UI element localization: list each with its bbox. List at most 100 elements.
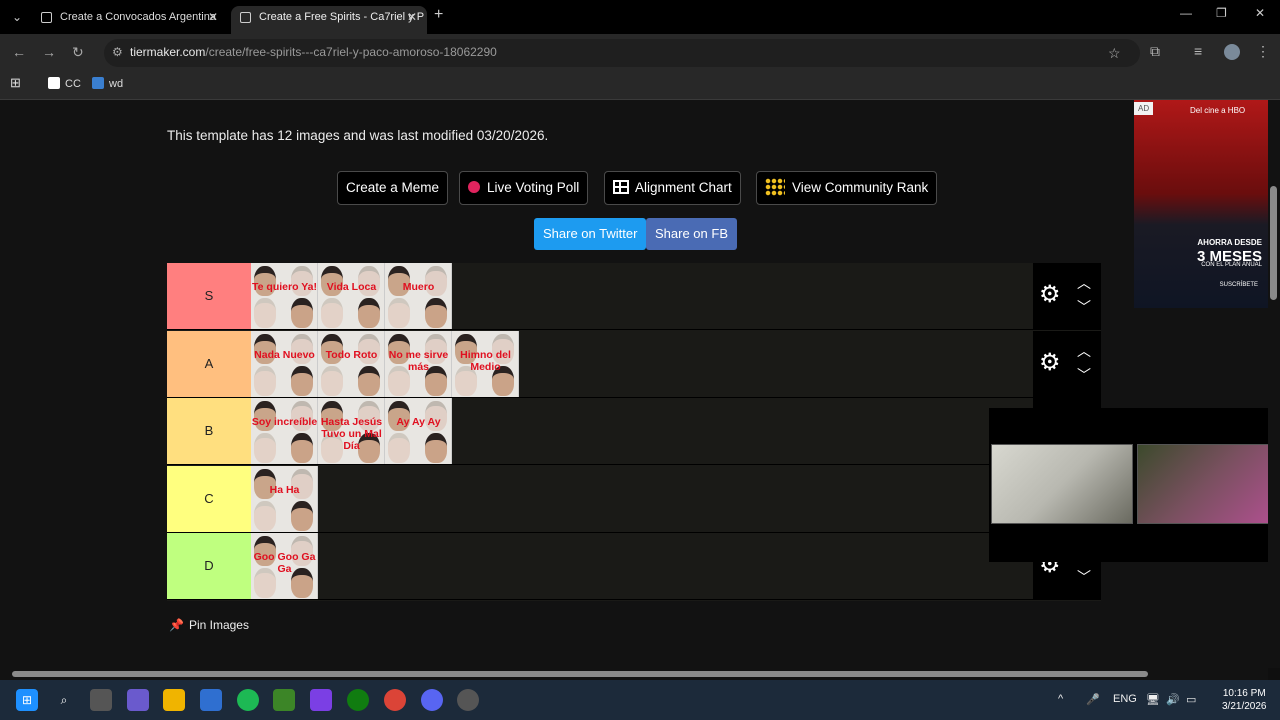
tab-free-spirits[interactable]: Create a Free Spirits - Ca7riel y P ✕ xyxy=(231,6,427,34)
tier-image-card[interactable]: No me sirve más xyxy=(385,330,452,397)
tier-row-c[interactable]: CHa Ha⚙︿﹀ xyxy=(167,465,1101,533)
move-tier-up-icon[interactable]: ︿ xyxy=(1077,341,1091,361)
move-tier-down-icon[interactable]: ﹀ xyxy=(1077,567,1091,587)
share-twitter-button[interactable]: Share on Twitter xyxy=(534,218,647,250)
steam-icon[interactable] xyxy=(457,689,479,711)
tier-image-card[interactable]: Vida Loca xyxy=(318,263,385,329)
tier-items: Ha Ha xyxy=(251,465,318,532)
community-rank-button[interactable]: View Community Rank xyxy=(756,171,938,205)
face-thumbnail xyxy=(358,298,380,328)
page-content: This template has 12 images and was last… xyxy=(0,100,1268,668)
tier-row-s[interactable]: S Te quiero Ya! Vida Loca Muero ⚙ ︿ ﹀ xyxy=(167,263,1101,330)
advertisement[interactable]: AD Del cine a HBO AHORRA DESDE 3 MESES C… xyxy=(1134,100,1268,308)
taskbar-clock[interactable]: 10:16 PM 3/21/2026 xyxy=(1222,687,1267,713)
tier-settings-gear-icon[interactable]: ⚙ xyxy=(1039,350,1061,375)
forward-icon[interactable]: → xyxy=(42,44,56,60)
tier-image-card[interactable]: Muero xyxy=(385,263,452,329)
horizontal-scrollbar[interactable] xyxy=(0,668,1268,680)
tier-image-card[interactable]: Himno del Medio xyxy=(452,330,519,397)
close-tab-icon[interactable]: ✕ xyxy=(208,6,218,28)
battery-icon[interactable]: ▭ xyxy=(1186,693,1196,706)
face-thumbnail xyxy=(388,433,410,463)
tab-convocados[interactable]: Create a Convocados Argentina ✕ xyxy=(32,6,228,34)
create-meme-button[interactable]: Create a Meme xyxy=(337,171,449,205)
bookmark-wd[interactable]: wd xyxy=(92,77,123,90)
tier-image-card[interactable]: Soy increíble xyxy=(251,398,318,464)
tier-image-card[interactable]: Ay Ay Ay xyxy=(385,398,452,464)
instagram-icon[interactable] xyxy=(310,689,332,711)
tier-image-card[interactable]: Te quiero Ya! xyxy=(251,263,318,329)
face-thumbnail xyxy=(291,433,313,463)
tier-label[interactable]: B xyxy=(167,398,251,464)
move-tier-up-icon[interactable]: ︿ xyxy=(1077,273,1091,293)
reload-icon[interactable]: ↻ xyxy=(72,44,84,61)
tier-image-card[interactable]: Hasta Jesús Tuvo un Mal Día xyxy=(318,398,385,464)
tab-search-button[interactable]: ⌄ xyxy=(6,7,28,27)
spotify-icon[interactable] xyxy=(237,689,259,711)
face-thumbnail xyxy=(291,500,313,531)
ad-text: Del cine a HBO xyxy=(1190,106,1246,115)
search-icon[interactable]: ⌕ xyxy=(53,689,75,711)
apps-grid-icon[interactable]: ⊞ xyxy=(10,75,21,91)
tier-settings-gear-icon[interactable]: ⚙ xyxy=(1039,283,1061,307)
live-voting-poll-button[interactable]: Live Voting Poll xyxy=(459,171,589,205)
address-bar[interactable]: ⚙ tiermaker.com/create/free-spirits---ca… xyxy=(104,39,1140,67)
vertical-scrollbar[interactable] xyxy=(1268,100,1280,668)
move-tier-down-icon[interactable]: ﹀ xyxy=(1077,365,1091,385)
tier-label[interactable]: C xyxy=(167,465,251,532)
close-tab-icon[interactable]: ✕ xyxy=(407,6,417,28)
copilot-icon[interactable] xyxy=(127,689,149,711)
tier-items: Te quiero Ya! Vida Loca Muero xyxy=(251,263,452,329)
new-tab-icon[interactable]: + xyxy=(434,6,443,24)
tier-row-b[interactable]: B Soy increíble Hasta Jesús Tuvo un Mal Dí… xyxy=(167,398,1101,465)
task-view-icon[interactable] xyxy=(90,689,112,711)
minimize-icon[interactable]: — xyxy=(1180,6,1192,20)
store-icon[interactable] xyxy=(200,689,222,711)
menu-icon[interactable]: ⋮ xyxy=(1256,43,1270,60)
tier-label[interactable]: A xyxy=(167,330,251,397)
bookmark-cc[interactable]: CC xyxy=(48,77,81,90)
tier-label[interactable]: S xyxy=(167,263,251,329)
face-thumbnail xyxy=(254,433,276,463)
tier-items: Soy increíble Hasta Jesús Tuvo un Mal Día… xyxy=(251,398,452,464)
share-facebook-button[interactable]: Share on FB xyxy=(646,218,737,250)
ad-subscribe-button[interactable]: SUSCRÍBETE xyxy=(1220,282,1258,288)
microphone-icon[interactable]: 🎤 xyxy=(1086,693,1100,706)
site-info-icon[interactable]: ⚙ xyxy=(112,45,123,59)
chrome-icon[interactable] xyxy=(384,689,406,711)
start-icon[interactable]: ⊞ xyxy=(16,689,38,711)
template-info: This template has 12 images and was last… xyxy=(167,128,549,143)
volume-icon[interactable]: 🔊 xyxy=(1166,693,1180,706)
song-title: Muero xyxy=(402,281,435,293)
xbox-icon[interactable] xyxy=(347,689,369,711)
move-tier-down-icon[interactable]: ﹀ xyxy=(1077,297,1091,317)
minecraft-icon[interactable] xyxy=(273,689,295,711)
tier-row-d[interactable]: DGoo Goo Ga Ga⚙︿﹀ xyxy=(167,533,1101,600)
alignment-chart-button[interactable]: Alignment Chart xyxy=(604,171,741,205)
tier-image-card[interactable]: Nada Nuevo xyxy=(251,330,318,397)
webcam-overlay xyxy=(989,408,1268,562)
profile-avatar[interactable] xyxy=(1224,44,1240,60)
tier-image-card[interactable]: Goo Goo Ga Ga xyxy=(251,533,318,599)
tier-label[interactable]: D xyxy=(167,533,251,599)
song-title: Hasta Jesús Tuvo un Mal Día xyxy=(320,416,383,452)
scroll-thumb[interactable] xyxy=(12,671,1148,677)
maximize-icon[interactable]: ❐ xyxy=(1216,6,1227,20)
network-icon[interactable]: 🖥 xyxy=(1146,693,1160,706)
tier-image-card[interactable]: Ha Ha xyxy=(251,465,318,532)
tier-image-card[interactable]: Todo Roto xyxy=(318,330,385,397)
close-window-icon[interactable]: ✕ xyxy=(1255,6,1265,20)
reading-list-icon[interactable]: ≡ xyxy=(1194,43,1202,59)
back-icon[interactable]: ← xyxy=(12,44,26,60)
button-label: Live Voting Poll xyxy=(487,180,580,195)
tier-row-a[interactable]: A Nada Nuevo Todo Roto No me sirve más Himno… xyxy=(167,330,1101,398)
bookmark-star-icon[interactable]: ☆ xyxy=(1108,45,1121,62)
pin-images-toggle[interactable]: 📌 Pin Images xyxy=(169,618,249,632)
file-explorer-icon[interactable] xyxy=(163,689,185,711)
face-thumbnail xyxy=(321,298,343,328)
discord-icon[interactable] xyxy=(421,689,443,711)
language-indicator[interactable]: ENG xyxy=(1113,693,1137,705)
extensions-icon[interactable]: ⧉ xyxy=(1150,43,1160,60)
scroll-thumb[interactable] xyxy=(1270,186,1277,300)
tray-chevron-icon[interactable]: ^ xyxy=(1058,693,1063,705)
